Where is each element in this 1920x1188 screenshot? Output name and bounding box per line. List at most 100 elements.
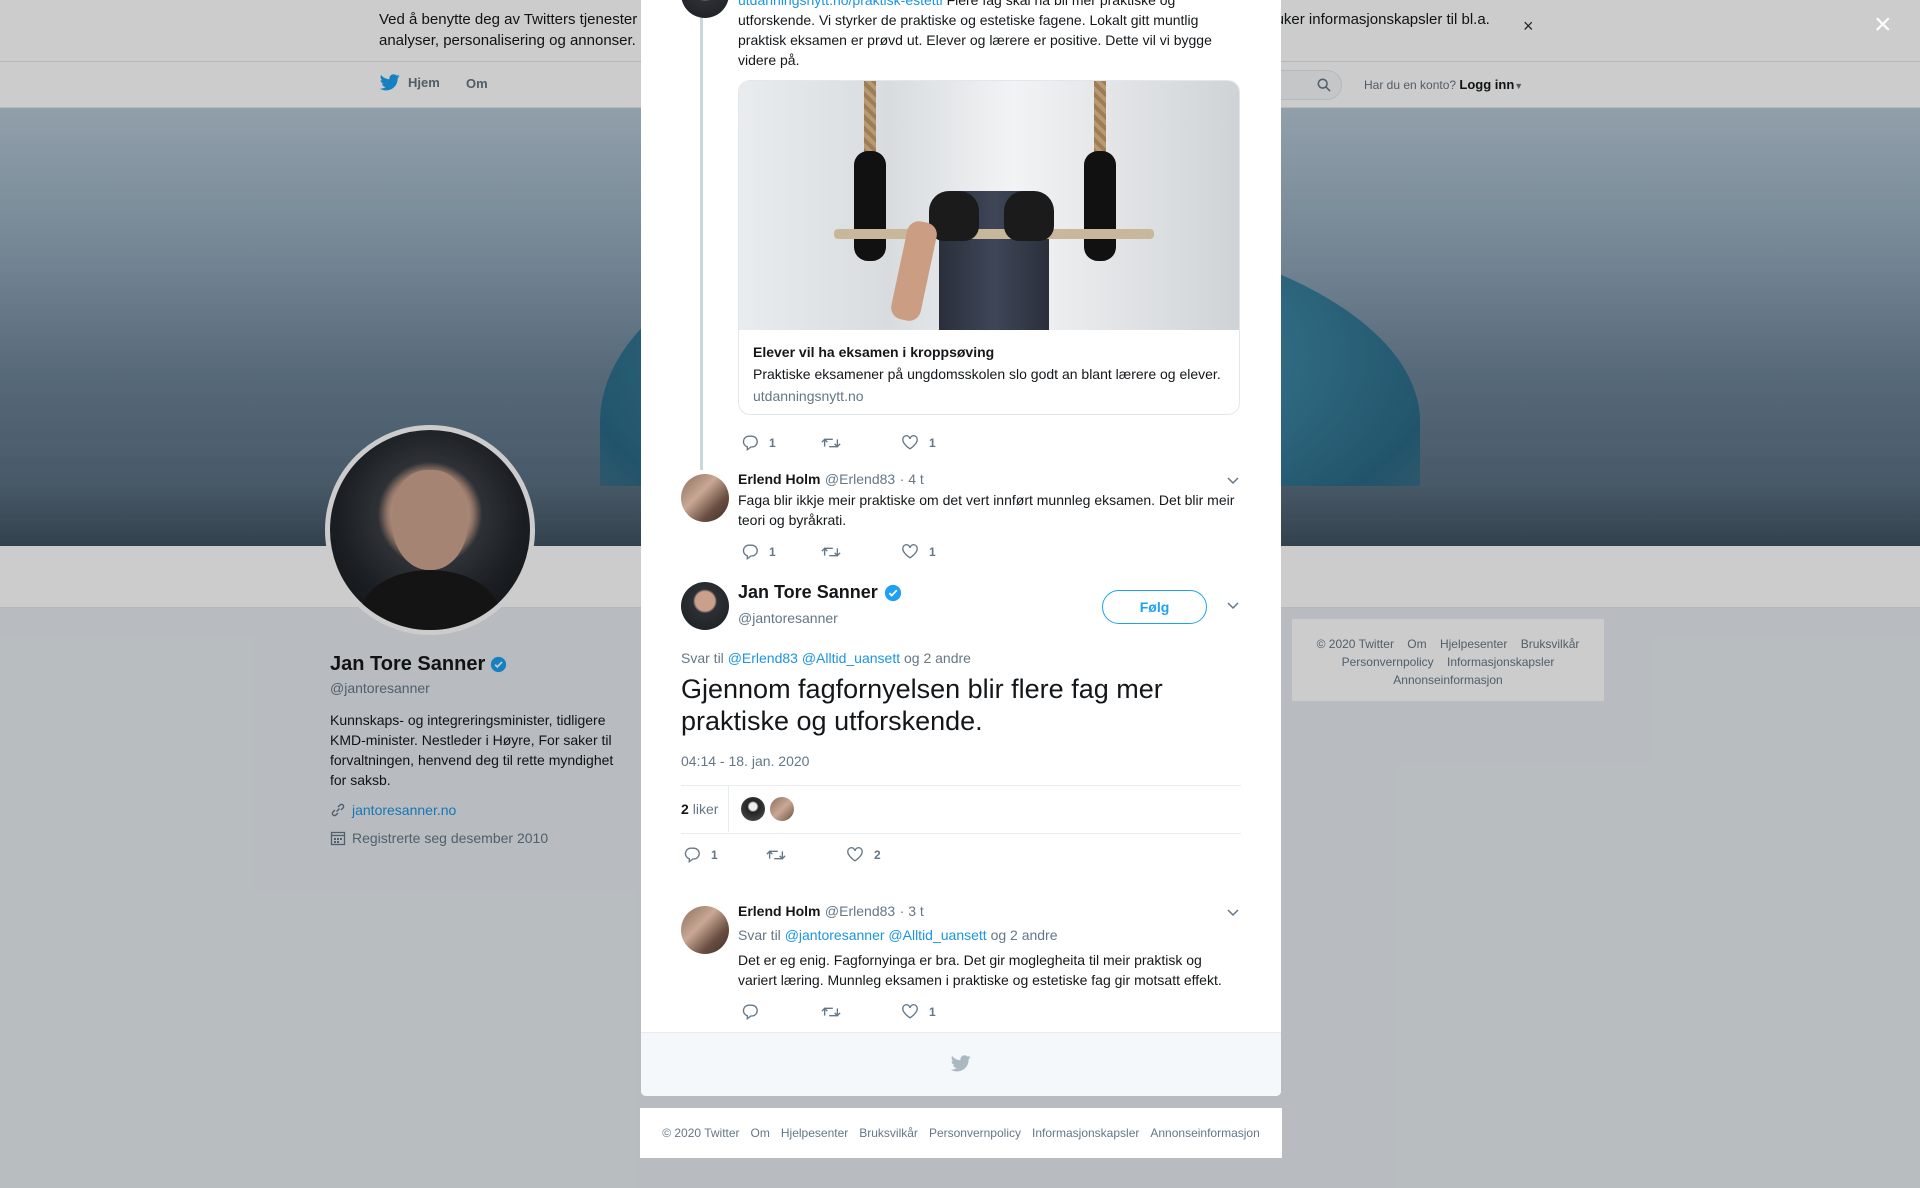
reply-to-suffix[interactable]: og 2 andre: [991, 927, 1058, 943]
follow-button[interactable]: Følg: [1102, 590, 1207, 624]
reply-icon: [742, 435, 758, 451]
like-button[interactable]: 2: [846, 846, 926, 863]
heart-icon: [902, 1004, 918, 1019]
card-domain: utdanningsnytt.no: [753, 388, 864, 404]
heart-icon: [847, 847, 863, 862]
tweet-time[interactable]: · 3 t: [900, 903, 924, 919]
card-description: Praktiske eksamener på ungdomsskolen slo…: [753, 366, 1221, 382]
footer-link[interactable]: Hjelpesenter: [781, 1126, 848, 1140]
reply-count: 1: [769, 544, 776, 559]
tweet-author-handle[interactable]: @Erlend83: [825, 471, 895, 487]
liker-avatar[interactable]: [741, 797, 766, 821]
verified-badge-icon: [884, 584, 901, 601]
reply-count: 1: [711, 847, 718, 862]
retweet-icon: [766, 849, 786, 860]
reply-icon: [742, 544, 758, 560]
tweet-author-name[interactable]: Erlend Holm: [738, 903, 820, 919]
card-title: Elever vil ha eksamen i kroppsøving: [753, 344, 995, 360]
likes-count[interactable]: 2 liker: [681, 786, 730, 832]
tweet-actions: 1 1: [741, 434, 981, 451]
reply-to-prefix: Svar til: [681, 650, 724, 666]
tweet-text: Det er eg enig. Fagfornyinga er bra. Det…: [738, 952, 1222, 988]
tweet-header: Erlend Holm @Erlend83 · 4 t: [738, 471, 924, 489]
main-tweet-author-handle[interactable]: @jantoresanner: [738, 610, 838, 626]
tweet-link[interactable]: utdanningsnytt.no/praktisk-estetti: [738, 0, 943, 8]
card-body: Elever vil ha eksamen i kroppsøving Prak…: [739, 330, 1239, 414]
tweet-text: utdanningsnytt.no/praktisk-estetti Flere…: [738, 0, 1238, 70]
reply-to-users[interactable]: @jantoresanner @Alltid_uansett: [785, 927, 987, 943]
tweet-actions: 1: [741, 1003, 981, 1020]
modal-footer: [641, 1032, 1281, 1096]
reply-to: Svar til @jantoresanner @Alltid_uansett …: [738, 927, 1058, 943]
main-tweet-author[interactable]: Jan Tore Sanner: [738, 582, 902, 603]
reply-button[interactable]: 1: [741, 543, 821, 560]
retweet-button[interactable]: [821, 435, 901, 451]
chevron-down-icon[interactable]: [1227, 602, 1239, 610]
card-image-wrap: [854, 151, 886, 261]
reply-button[interactable]: 1: [683, 846, 766, 863]
reply-button[interactable]: 1: [741, 434, 821, 451]
like-count: 2: [874, 847, 881, 862]
tweet-modal: utdanningsnytt.no/praktisk-estetti Flere…: [641, 0, 1281, 1096]
like-count: 1: [929, 544, 936, 559]
tweet-text: Faga blir ikkje meir praktiske om det ve…: [738, 492, 1235, 528]
retweet-button[interactable]: [821, 544, 901, 560]
reply-to-users[interactable]: @Erlend83 @Alltid_uansett: [728, 650, 900, 666]
footer-link[interactable]: Bruksvilkår: [859, 1126, 918, 1140]
footer-link[interactable]: Annonseinformasjon: [1150, 1126, 1259, 1140]
footer-link[interactable]: Om: [751, 1126, 770, 1140]
card-image-wrap: [1084, 151, 1116, 261]
card-image-sock: [1004, 191, 1054, 241]
footer-link[interactable]: Personvernpolicy: [929, 1126, 1021, 1140]
close-icon[interactable]: ×: [1874, 10, 1892, 40]
like-count: 1: [929, 1004, 936, 1019]
liker-avatar[interactable]: [770, 797, 795, 821]
chevron-down-icon[interactable]: [1227, 477, 1239, 485]
tweet-time[interactable]: · 4 t: [900, 471, 924, 487]
main-tweet-timestamp[interactable]: 04:14 - 18. jan. 2020: [681, 753, 809, 769]
likes-row: 2 liker: [681, 786, 795, 832]
tweet-author-name[interactable]: Erlend Holm: [738, 471, 820, 487]
likes-count-number: 2: [681, 801, 689, 817]
heart-icon: [902, 544, 918, 559]
main-tweet-actions: 1 2: [683, 846, 926, 863]
reply-count: 1: [769, 435, 776, 450]
avatar[interactable]: [681, 0, 729, 18]
reply-button[interactable]: [741, 1003, 821, 1020]
avatar[interactable]: [681, 582, 729, 630]
likes-count-label: liker: [692, 801, 719, 817]
retweet-icon: [821, 437, 841, 448]
like-button[interactable]: 1: [901, 1003, 981, 1020]
reply-icon: [684, 847, 700, 863]
bottom-footer: © 2020 Twitter Om Hjelpesenter Bruksvilk…: [640, 1108, 1282, 1158]
like-button[interactable]: 1: [901, 543, 981, 560]
main-tweet-text: Gjennom fagfornyelsen blir flere fag mer…: [681, 674, 1163, 736]
reply-to-prefix: Svar til: [738, 927, 781, 943]
thread-line: [700, 0, 703, 470]
tweet-text-body: Flere fag skal ha bli mer praktiske og u…: [738, 0, 1212, 68]
tweet-header: Erlend Holm @Erlend83 · 3 t: [738, 903, 924, 921]
main-tweet-author-name[interactable]: Jan Tore Sanner: [738, 582, 878, 603]
reply-to: Svar til @Erlend83 @Alltid_uansett og 2 …: [681, 650, 971, 666]
retweet-icon: [821, 1006, 841, 1017]
twitter-bird-icon: [951, 1055, 971, 1072]
retweet-button[interactable]: [766, 847, 846, 863]
heart-icon: [902, 435, 918, 450]
retweet-button[interactable]: [821, 1004, 901, 1020]
tweet-author-handle[interactable]: @Erlend83: [825, 903, 895, 919]
footer-link[interactable]: © 2020 Twitter: [662, 1126, 739, 1140]
card-image: [739, 81, 1239, 330]
tweet-actions: 1 1: [741, 543, 981, 560]
reply-to-suffix[interactable]: og 2 andre: [904, 650, 971, 666]
like-count: 1: [929, 435, 936, 450]
avatar[interactable]: [681, 906, 729, 954]
link-card[interactable]: Elever vil ha eksamen i kroppsøving Prak…: [738, 80, 1240, 415]
like-button[interactable]: 1: [901, 434, 981, 451]
avatar[interactable]: [681, 474, 729, 522]
divider: [681, 833, 1241, 834]
reply-icon: [742, 1004, 758, 1020]
footer-link[interactable]: Informasjonskapsler: [1032, 1126, 1139, 1140]
chevron-down-icon[interactable]: [1227, 909, 1239, 917]
card-image-bar: [834, 229, 1154, 239]
retweet-icon: [821, 546, 841, 557]
